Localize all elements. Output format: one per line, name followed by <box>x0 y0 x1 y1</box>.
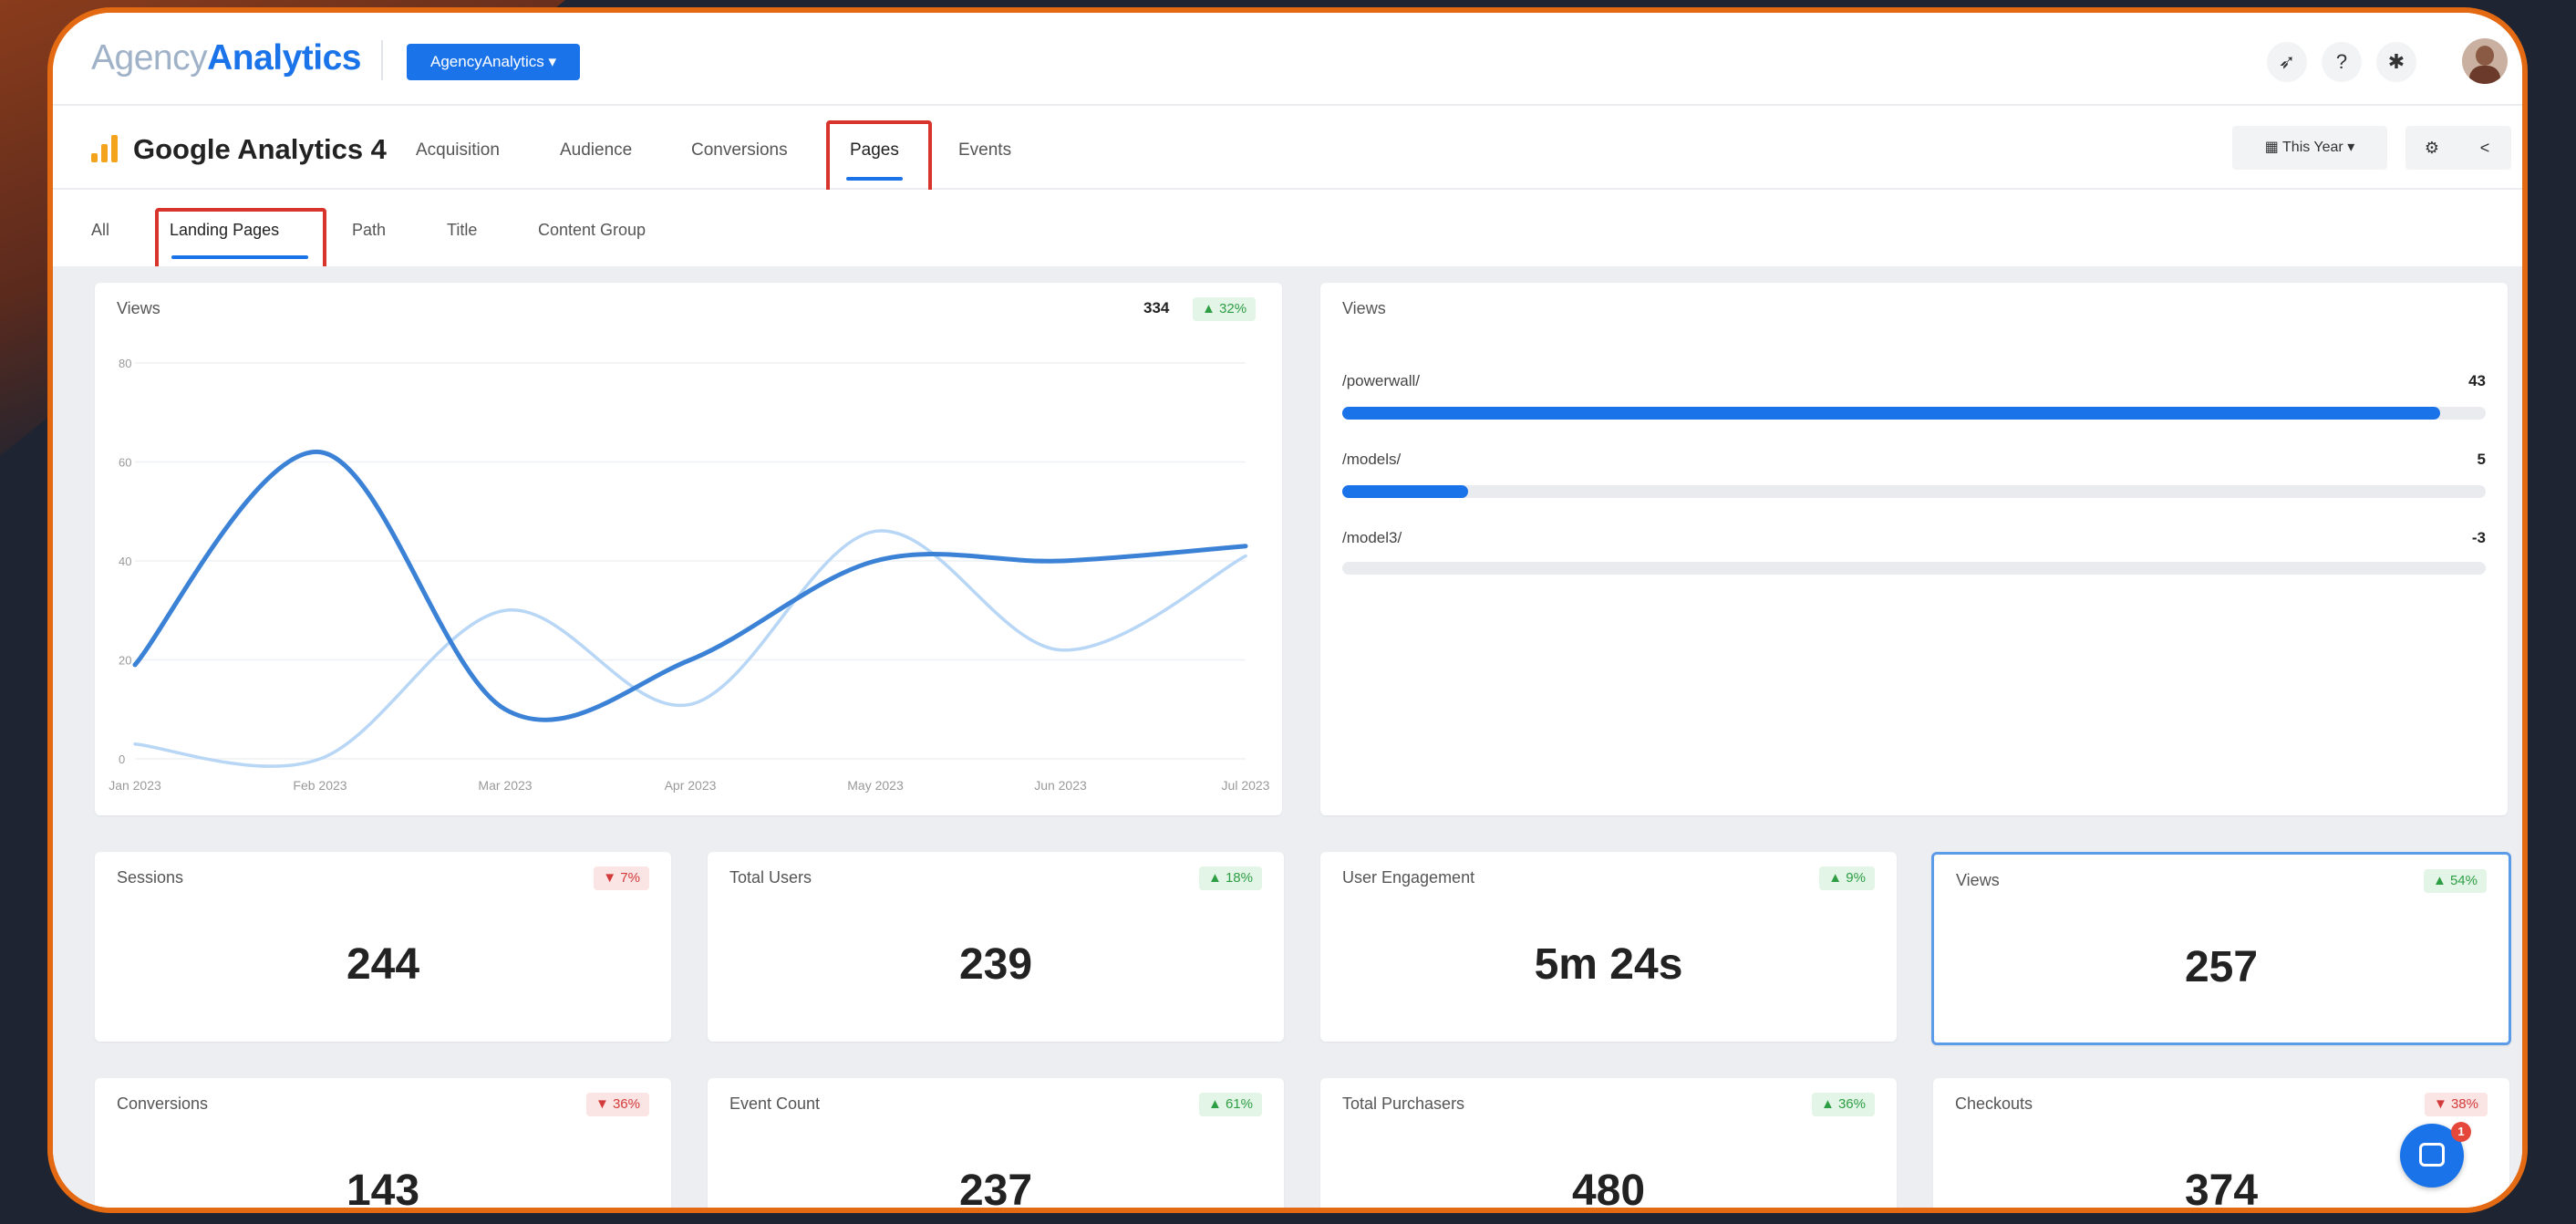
app-window: AgencyAnalytics AgencyAnalytics ▾ ➶ ? ✱ … <box>47 7 2528 1213</box>
subtab-content-group[interactable]: Content Group <box>538 221 646 240</box>
avatar[interactable] <box>2462 38 2508 84</box>
tab-conversions[interactable]: Conversions <box>691 140 788 161</box>
metric-label: Total Users <box>729 868 812 887</box>
dashboard-content: Views 334 ▲ 32% 0 20 40 60 80 Jan 2023 Feb 202… <box>53 266 2522 1208</box>
metric-value: 5m 24s <box>1534 940 1683 989</box>
bar-fill <box>1342 407 2440 420</box>
integration-title: Google Analytics 4 <box>133 133 387 165</box>
share-icon[interactable]: < <box>2458 126 2511 170</box>
metric-value: 257 <box>2184 943 2259 991</box>
metric-card-event-count[interactable]: Event Count ▲ 61% 237 <box>708 1078 1284 1213</box>
y-tick-label: 60 <box>119 456 131 470</box>
change-badge: ▲ 61% <box>1198 1093 1262 1116</box>
metric-value: 244 <box>346 940 420 989</box>
sub-nav: All Landing Pages Path Title Content Gro… <box>53 190 2522 285</box>
google-analytics-icon <box>91 135 119 162</box>
metric-card-user-engagement[interactable]: User Engagement ▲ 9% 5m 24s <box>1320 852 1897 1042</box>
chat-icon <box>2419 1143 2445 1167</box>
change-badge: ▼ 38% <box>2424 1093 2488 1116</box>
views-by-page-card: Views /powerwall/ 43 /models/ 5 /model3/… <box>1320 283 2508 815</box>
page-views-value: 5 <box>2477 451 2486 468</box>
bar-track <box>1342 485 2486 498</box>
subtab-path[interactable]: Path <box>352 221 386 240</box>
date-range-button[interactable]: ▦ This Year ▾ <box>2232 126 2387 170</box>
bar-fill <box>1342 485 1468 498</box>
x-tick-label: May 2023 <box>847 778 904 793</box>
chat-unread-badge: 1 <box>2451 1122 2471 1142</box>
views-line-chart-card: Views 334 ▲ 32% 0 20 40 60 80 Jan 2023 Feb 202… <box>95 283 1282 815</box>
metric-label: Total Purchasers <box>1342 1094 1465 1113</box>
tab-acquisition[interactable]: Acquisition <box>416 140 500 161</box>
y-tick-label: 20 <box>119 654 131 668</box>
metric-value: 143 <box>346 1167 420 1213</box>
metric-label: Sessions <box>117 868 184 887</box>
metric-card-total-users[interactable]: Total Users ▲ 18% 239 <box>708 852 1284 1042</box>
change-badge: ▲ 54% <box>2423 869 2487 893</box>
change-badge: ▼ 36% <box>585 1093 649 1116</box>
top-bar: AgencyAnalytics AgencyAnalytics ▾ ➶ ? ✱ <box>53 13 2522 106</box>
bar-track <box>1342 407 2486 420</box>
x-tick-label: Jun 2023 <box>1034 778 1087 793</box>
x-tick-label: Jul 2023 <box>1222 778 1270 793</box>
change-badge: ▲ 36% <box>1811 1093 1875 1116</box>
page-views-value: 43 <box>2468 372 2486 389</box>
page-path-label: /models/ <box>1342 451 1402 468</box>
x-tick-label: Mar 2023 <box>478 778 532 793</box>
metric-card-sessions[interactable]: Sessions ▼ 7% 244 <box>95 852 671 1042</box>
x-tick-label: Feb 2023 <box>293 778 347 793</box>
integration-nav: Google Analytics 4 Acquisition Audience … <box>53 106 2522 199</box>
calendar-icon: ▦ <box>2264 140 2279 155</box>
change-badge: ▲ 18% <box>1198 866 1262 890</box>
metric-label: Views <box>1956 871 2000 889</box>
metric-value: 239 <box>958 940 1033 989</box>
metric-label: Event Count <box>729 1094 821 1113</box>
series-line <box>133 529 1247 768</box>
y-tick-label: 80 <box>119 357 131 370</box>
settings-icon[interactable]: ⚙ <box>2405 126 2458 170</box>
account-switcher-button[interactable]: AgencyAnalytics ▾ <box>407 44 580 80</box>
tab-events[interactable]: Events <box>958 140 1011 161</box>
highlight-box-pages <box>826 120 932 199</box>
series-line <box>132 450 1248 722</box>
page-path-label: /powerwall/ <box>1342 372 1421 389</box>
page-views-value: -3 <box>2471 529 2486 546</box>
change-badge: ▼ 7% <box>594 866 649 890</box>
bar-card-title: Views <box>1342 299 1386 317</box>
y-tick-label: 0 <box>119 752 125 766</box>
metric-card-conversions[interactable]: Conversions ▼ 36% 143 <box>95 1078 671 1213</box>
rocket-icon[interactable]: ➶ <box>2267 42 2307 82</box>
subtab-title[interactable]: Title <box>447 221 477 240</box>
page-path-label: /model3/ <box>1342 529 1402 546</box>
help-icon[interactable]: ? <box>2322 42 2362 82</box>
agency-analytics-logo[interactable]: AgencyAnalytics <box>91 38 361 78</box>
bar-track <box>1342 562 2486 575</box>
y-tick-label: 40 <box>119 555 131 568</box>
metric-label: Conversions <box>117 1094 209 1113</box>
notifications-icon[interactable]: ✱ <box>2376 42 2416 82</box>
x-tick-label: Apr 2023 <box>665 778 717 793</box>
tab-audience[interactable]: Audience <box>560 140 632 161</box>
metric-card-views[interactable]: Views ▲ 54% 257 <box>1931 852 2511 1045</box>
subtab-all[interactable]: All <box>91 221 109 240</box>
metric-card-total-purchasers[interactable]: Total Purchasers ▲ 36% 480 <box>1320 1078 1897 1213</box>
x-tick-label: Jan 2023 <box>109 778 161 793</box>
metric-value: 237 <box>958 1167 1033 1213</box>
change-badge: ▲ 9% <box>1819 866 1875 890</box>
metric-value: 480 <box>1571 1167 1646 1213</box>
chevron-down-icon: ▾ <box>2347 140 2355 155</box>
divider <box>381 40 383 80</box>
metric-label: User Engagement <box>1342 868 1475 887</box>
action-buttons: ⚙ < <box>2405 126 2511 170</box>
views-line-chart[interactable]: 0 20 40 60 80 Jan 2023 Feb 2023 Mar 2023 Apr 202… <box>95 283 1282 815</box>
metric-label: Checkouts <box>1955 1094 2033 1113</box>
